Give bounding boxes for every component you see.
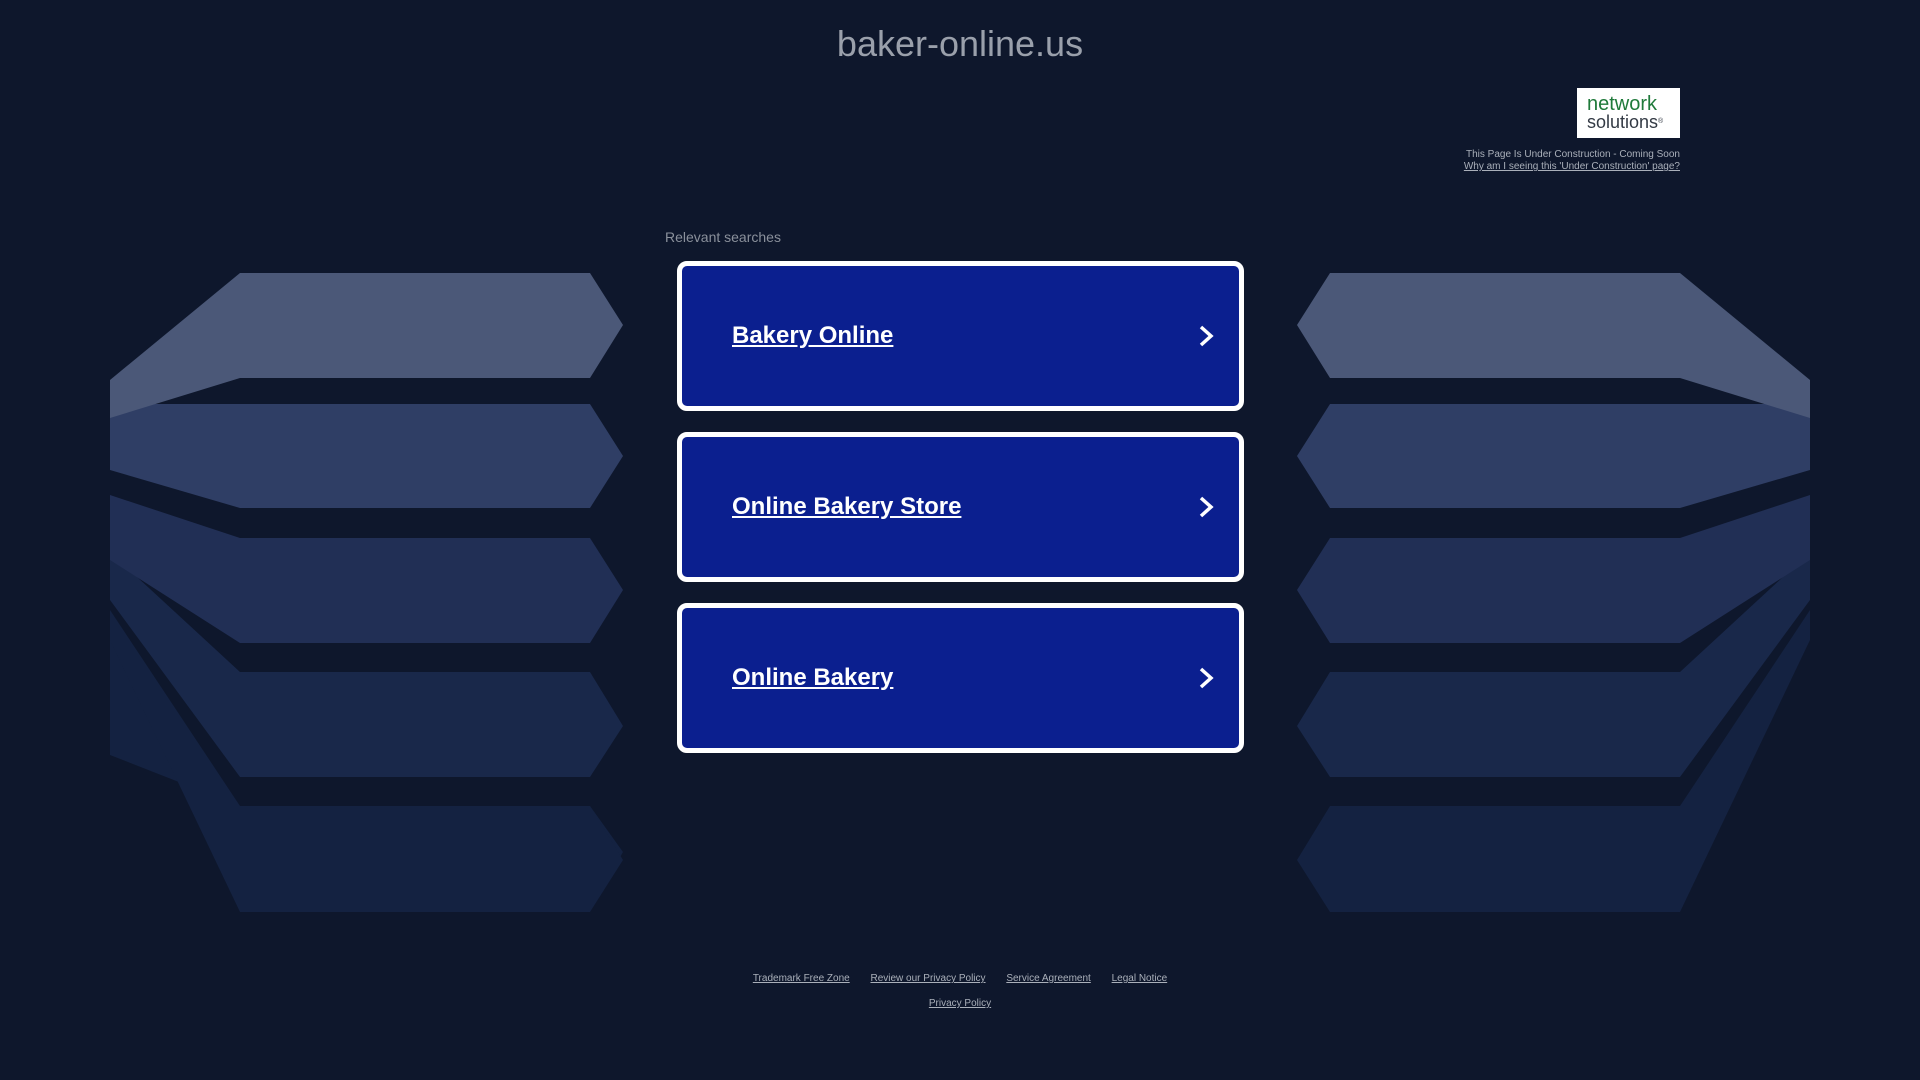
why-under-construction-link[interactable]: Why am I seeing this 'Under Construction… — [1464, 161, 1680, 173]
search-button-online-bakery-store[interactable]: Online Bakery Store — [677, 432, 1244, 582]
left-layer-b — [110, 404, 623, 508]
right-layer-b — [1297, 404, 1810, 508]
search-button-bakery-online[interactable]: Bakery Online — [677, 261, 1244, 411]
footer-links: Trademark Free Zone Review our Privacy P… — [0, 973, 1920, 985]
footer-link-trademark-free-zone[interactable]: Trademark Free Zone — [753, 973, 850, 984]
under-construction-info: This Page Is Under Construction - Coming… — [1464, 149, 1680, 173]
left-layer-a — [110, 273, 623, 418]
under-construction-status: This Page Is Under Construction - Coming… — [1466, 149, 1680, 160]
chevron-right-icon — [1199, 496, 1214, 518]
search-button-online-bakery[interactable]: Online Bakery — [677, 603, 1244, 753]
search-button-label: Bakery Online — [732, 322, 894, 349]
relevant-searches-heading: Relevant searches — [665, 229, 781, 245]
domain-title: baker-online.us — [836, 23, 1084, 64]
footer-privacy-row: Privacy Policy — [0, 998, 1920, 1010]
search-button-label: Online Bakery — [732, 664, 894, 691]
parked-domain-page: baker-online.us network solutions® This … — [0, 0, 1920, 1080]
right-layer-c — [1297, 495, 1810, 643]
search-button-label: Online Bakery Store — [732, 493, 962, 520]
network-solutions-logo[interactable]: network solutions® — [1577, 88, 1680, 138]
registered-mark: ® — [1658, 118, 1664, 125]
logo-text-solutions: solutions® — [1587, 112, 1664, 132]
chevron-right-icon — [1199, 667, 1214, 689]
footer-link-review-privacy-policy[interactable]: Review our Privacy Policy — [870, 973, 985, 984]
footer-link-service-agreement[interactable]: Service Agreement — [1006, 973, 1091, 984]
right-layer-a — [1297, 273, 1810, 418]
logo-text-network: network — [1587, 93, 1658, 115]
footer-link-legal-notice[interactable]: Legal Notice — [1112, 973, 1168, 984]
footer-link-privacy-policy[interactable]: Privacy Policy — [929, 998, 991, 1009]
left-layer-c — [110, 495, 623, 643]
chevron-right-icon — [1199, 325, 1214, 347]
